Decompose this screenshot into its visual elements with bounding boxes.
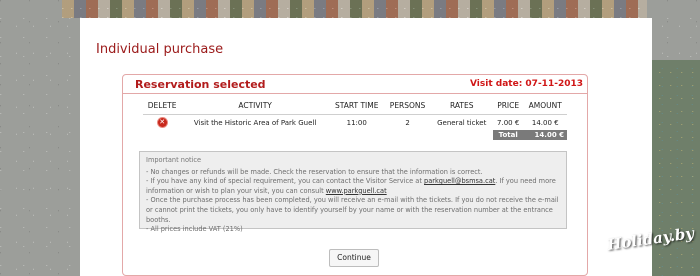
reservation-header: Reservation selected Visit date: 07-11-2… (123, 75, 587, 94)
rate-cell: General ticket (437, 118, 487, 127)
notice-line-contact: - If you have any kind of special requir… (146, 177, 560, 196)
amount-cell: 14.00 € (531, 118, 559, 127)
website-link[interactable]: www.parkguell.cat (326, 187, 387, 195)
notice-line-email: - Once the purchase process has been com… (146, 196, 559, 224)
contact-email-link[interactable]: parkguell@bsmsa.cat (424, 177, 495, 185)
notice-title: Important notice (146, 156, 202, 164)
notice-contact-text: - If you have any kind of special requir… (146, 177, 425, 186)
total-row: Total 14.00 € (143, 130, 567, 140)
header-mosaic-banner (62, 0, 647, 18)
notice-line-refunds: - No changes or refunds will be made. Ch… (146, 167, 483, 176)
persons-cell: 2 (405, 118, 410, 127)
table-header-row: DELETE ACTIVITY START TIME PERSONS RATES… (143, 100, 567, 115)
reservation-table: DELETE ACTIVITY START TIME PERSONS RATES… (143, 100, 567, 140)
notice-line-vat: - All prices include VAT (21%) (146, 225, 243, 234)
total-value: 14.00 € (523, 130, 567, 140)
important-notice: Important notice - No changes or refunds… (139, 151, 567, 233)
activity-cell: Visit the Historic Area of Park Guell (193, 118, 317, 127)
start-time-cell: 11:00 (346, 118, 367, 127)
col-price: PRICE (492, 100, 524, 115)
reservation-title: Reservation selected (135, 77, 266, 91)
x-circle-icon[interactable]: ✕ (157, 118, 167, 127)
price-cell: 7.00 € (497, 118, 520, 127)
col-persons: PERSONS (384, 100, 431, 115)
col-delete: DELETE (143, 100, 182, 115)
col-amount: AMOUNT (523, 100, 567, 115)
main-panel: Individual purchase Reservation selected… (80, 18, 652, 276)
reservation-box: Reservation selected Visit date: 07-11-2… (122, 74, 588, 276)
col-activity: ACTIVITY (181, 100, 329, 115)
delete-cell: ✕ (143, 115, 181, 131)
visit-date: Visit date: 07-11-2013 (470, 79, 583, 89)
col-start-time: START TIME (328, 100, 385, 115)
page-title: Individual purchase (96, 42, 224, 57)
continue-button[interactable]: Continue (329, 249, 379, 267)
total-label: Total (492, 130, 524, 140)
table-row: ✕ Visit the Historic Area of Park Guell … (143, 115, 567, 131)
col-rates: RATES (430, 100, 493, 115)
